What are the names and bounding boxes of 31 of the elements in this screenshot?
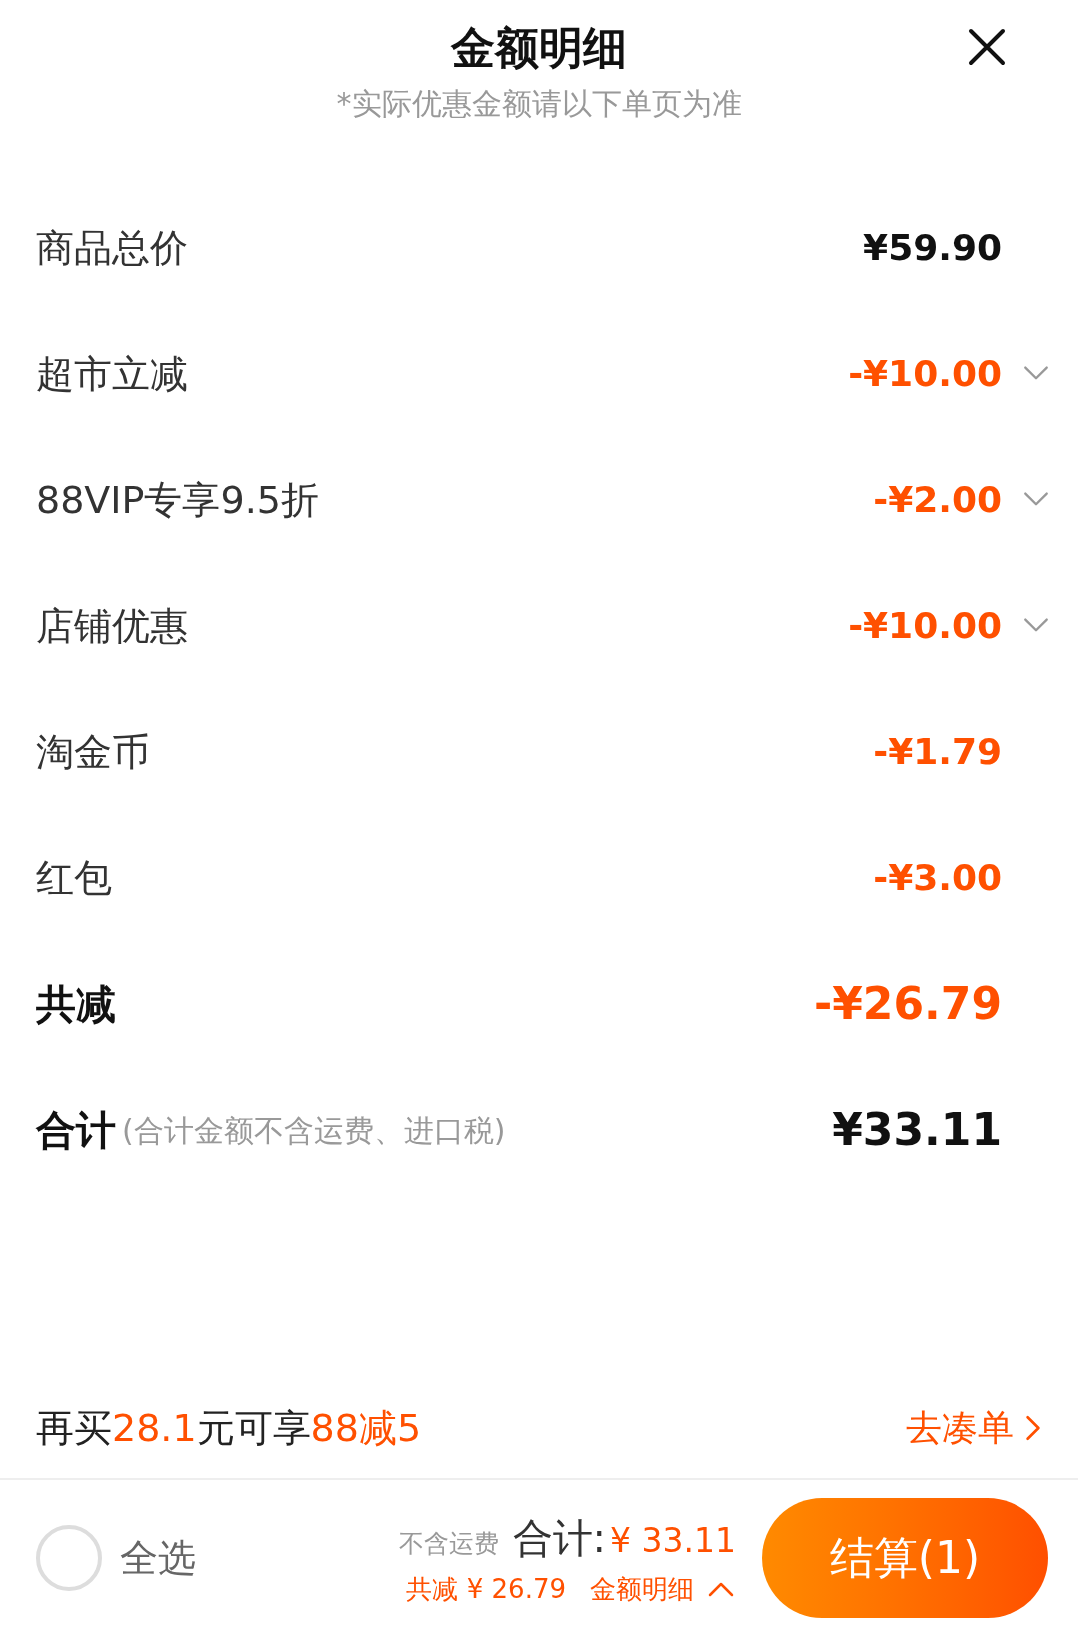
amount-text: ¥33.11 (832, 1103, 1002, 1157)
amount-text: -¥2.00 (873, 478, 1002, 522)
shipping-note: 不含运费 (398, 1527, 499, 1560)
checkout-button[interactable]: 结算(1) (762, 1498, 1048, 1618)
amount-text: -¥1.79 (873, 730, 1002, 774)
row-label: 合计 (36, 1106, 116, 1155)
row-label: 超市立减 (36, 350, 188, 398)
total-label: 合计: (512, 1513, 607, 1563)
row-label: 红包 (36, 854, 112, 902)
select-all-label: 全选 (120, 1534, 196, 1582)
amount-details-link[interactable]: 金额明细 (590, 1569, 736, 1609)
close-icon (968, 28, 1006, 66)
amount-text: -¥10.00 (848, 352, 1002, 396)
add-items-link[interactable]: 去凑单 (906, 1401, 1042, 1455)
amount-text: -¥10.00 (848, 604, 1002, 648)
amount-text: -¥3.00 (873, 856, 1002, 900)
row-label: 88VIP专享9.5折 (36, 476, 319, 524)
row-label: 共减 (36, 980, 116, 1029)
close-button[interactable] (968, 28, 1006, 66)
dialog-title: 金额明细 (451, 21, 627, 75)
total-amount: ¥ 33.11 (610, 1519, 736, 1562)
amount-text: ¥59.90 (863, 226, 1002, 270)
promo-text: 再买28.1元可享88减5 (36, 1404, 422, 1452)
row-label: 店铺优惠 (36, 602, 188, 650)
row-note: (合计金额不含运费、进口税) (122, 1111, 506, 1150)
row-label: 商品总价 (36, 224, 188, 272)
amount-text: -¥26.79 (813, 977, 1002, 1031)
chevron-right-icon (1024, 1414, 1042, 1442)
row-label: 淘金币 (36, 728, 150, 776)
savings-text: 共减 ¥ 26.79 (406, 1572, 566, 1606)
disclaimer-text: *实际优惠金额请以下单页为准 (336, 85, 742, 123)
